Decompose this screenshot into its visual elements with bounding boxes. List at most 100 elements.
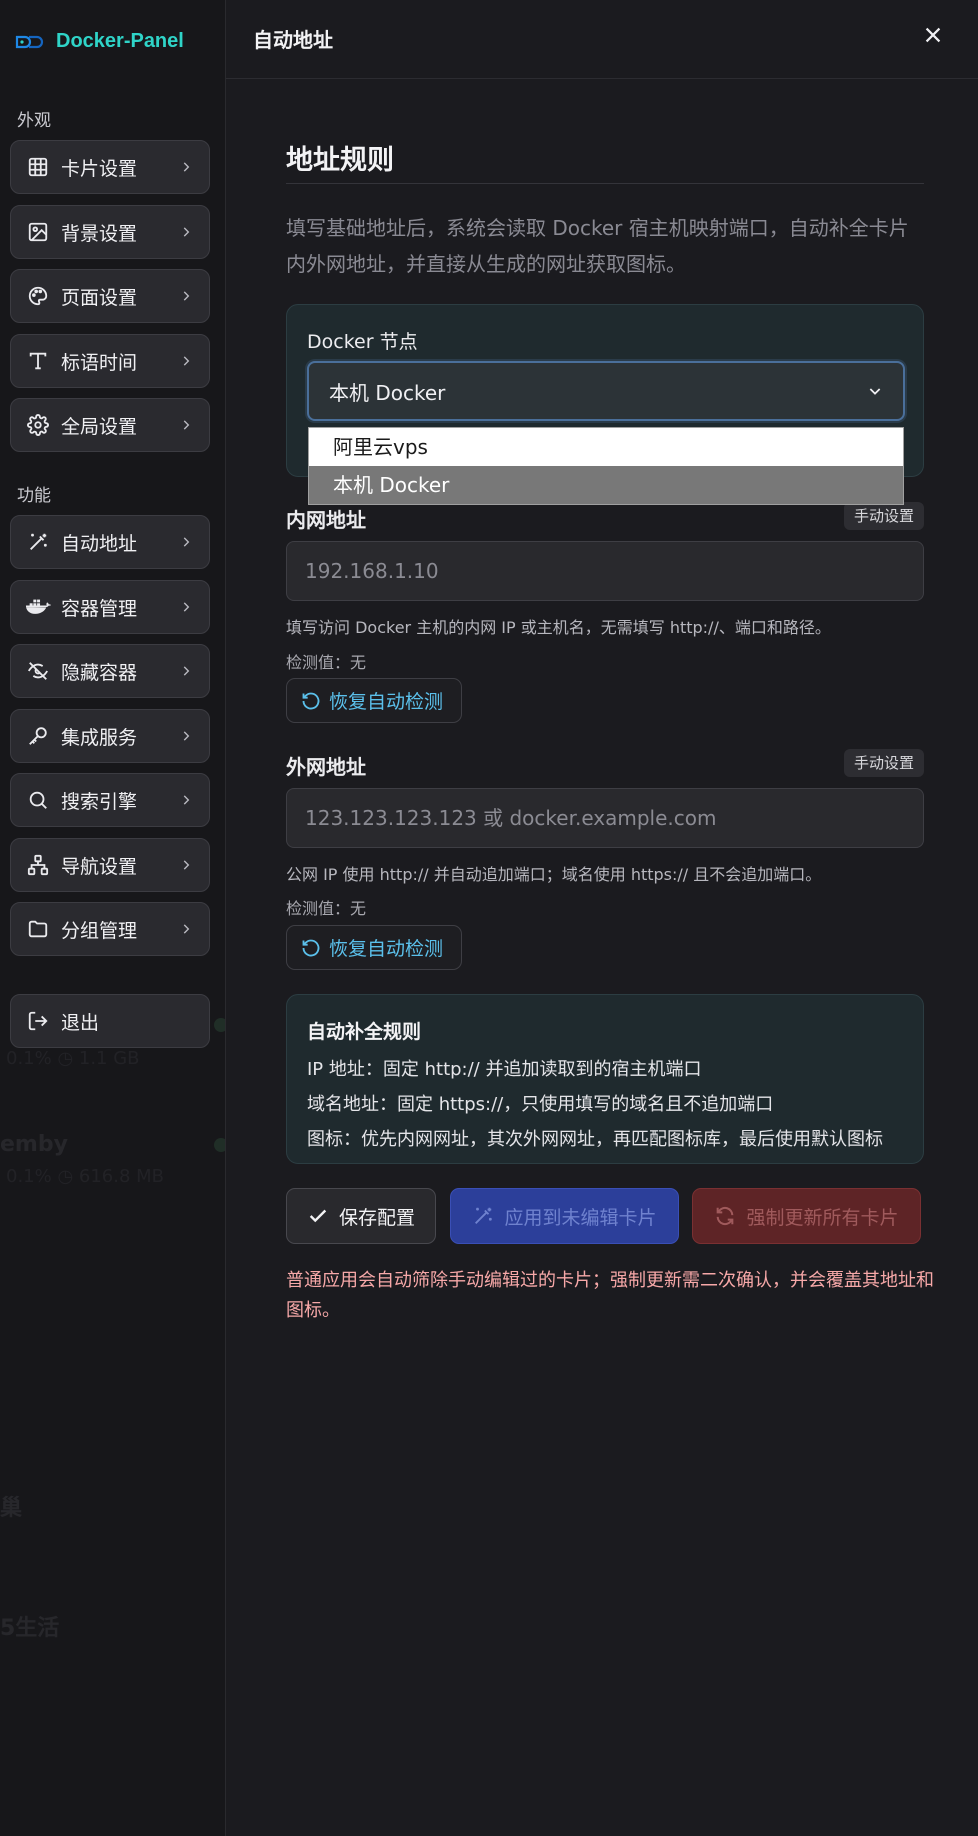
sidebar-item-label: 分组管理 (61, 919, 138, 942)
logout-label: 退出 (61, 1011, 100, 1034)
chevron-right-icon (183, 537, 190, 547)
sidebar-item-integrations[interactable]: 集成服务 (10, 709, 210, 763)
eye-off-icon (25, 658, 51, 684)
sidebar-item-label: 导航设置 (61, 855, 138, 878)
force-label: 强制更新所有卡片 (746, 1206, 899, 1229)
section-description: 填写基础地址后，系统会读取 Docker 宿主机映射端口，自动补全卡片内外网地址… (286, 216, 909, 276)
key-icon (25, 723, 51, 749)
docker-node-dropdown[interactable]: 阿里云vps 本机 Docker (308, 427, 904, 505)
chevron-down-icon (869, 388, 881, 395)
force-update-button[interactable]: 强制更新所有卡片 (692, 1188, 921, 1244)
extranet-hint: 公网 IP 使用 http:// 并自动追加端口；域名使用 https:// 且… (286, 865, 822, 884)
sidebar-item-auto-address[interactable]: 自动地址 (10, 515, 210, 569)
section-label-features: 功能 (17, 486, 51, 506)
rotate-ccw-icon (302, 692, 320, 709)
sidebar: Docker-Panel 外观 卡片设置 背景设置 页面设置 标语时间 全局设置… (0, 0, 226, 1836)
sidebar-item-label: 隐藏容器 (61, 661, 138, 684)
panel-title: 自动地址 (253, 28, 333, 52)
intranet-label: 内网地址 (286, 508, 366, 532)
restore-label: 恢复自动检测 (329, 938, 444, 960)
sidebar-item-label: 集成服务 (61, 726, 138, 749)
auto-address-panel: 自动地址 地址规则 填写基础地址后，系统会读取 Docker 宿主机映射端口，自… (226, 0, 978, 1836)
chevron-right-icon (183, 420, 190, 430)
chevron-right-icon (183, 860, 190, 870)
sidebar-item-container-management[interactable]: 容器管理 (10, 580, 210, 634)
image-icon (25, 219, 51, 245)
chevron-right-icon (183, 924, 190, 934)
section-title: 地址规则 (286, 145, 394, 176)
apply-label: 应用到未编辑卡片 (504, 1206, 657, 1229)
gear-icon (25, 412, 51, 438)
intranet-detected-value: 检测值：无 (286, 653, 367, 672)
sidebar-item-slogan-time[interactable]: 标语时间 (10, 334, 210, 388)
intranet-restore-button[interactable]: 恢复自动检测 (286, 678, 462, 723)
save-label: 保存配置 (338, 1206, 415, 1229)
chevron-right-icon (183, 162, 190, 172)
chevron-right-icon (183, 731, 190, 741)
chevron-right-icon (183, 291, 190, 301)
sitemap-icon (25, 852, 51, 878)
logout-button[interactable]: 退出 (10, 994, 210, 1048)
dropdown-option-local-docker[interactable]: 本机 Docker (309, 466, 903, 504)
sidebar-item-page-settings[interactable]: 页面设置 (10, 269, 210, 323)
refresh-icon (717, 1206, 734, 1226)
apply-unedited-button[interactable]: 应用到未编辑卡片 (450, 1188, 679, 1244)
sidebar-item-global-settings[interactable]: 全局设置 (10, 398, 210, 452)
chevron-right-icon (183, 227, 190, 237)
sidebar-item-label: 标语时间 (61, 351, 138, 374)
grid-icon (25, 154, 51, 180)
logout-icon (25, 1008, 51, 1034)
restore-label: 恢复自动检测 (329, 691, 444, 713)
section-label-appearance: 外观 (17, 111, 51, 131)
sidebar-item-label: 背景设置 (61, 222, 138, 245)
intranet-input[interactable] (286, 541, 924, 601)
extranet-detected-value: 检测值：无 (286, 899, 367, 918)
sidebar-item-label: 自动地址 (61, 532, 138, 555)
rule-ip: IP 地址：固定 http:// 并追加读取到的宿主机端口 (307, 1059, 702, 1080)
save-config-button[interactable]: 保存配置 (286, 1188, 436, 1244)
rule-domain: 域名地址：固定 https://，只使用填写的域名且不追加端口 (307, 1094, 774, 1115)
rules-title: 自动补全规则 (307, 1021, 422, 1043)
docker-node-select[interactable]: 本机 Docker (307, 361, 905, 421)
panel-header: 自动地址 (226, 0, 978, 79)
divider (286, 183, 924, 184)
extranet-label: 外网地址 (286, 755, 366, 779)
sidebar-item-label: 页面设置 (61, 286, 138, 309)
sidebar-item-label: 卡片设置 (61, 157, 138, 180)
extranet-input[interactable] (286, 788, 924, 848)
sidebar-item-navigation-settings[interactable]: 导航设置 (10, 838, 210, 892)
chevron-right-icon (183, 356, 190, 366)
sidebar-item-card-settings[interactable]: 卡片设置 (10, 140, 210, 194)
folder-icon (25, 916, 51, 942)
sidebar-item-group-management[interactable]: 分组管理 (10, 902, 210, 956)
sidebar-item-search-engine[interactable]: 搜索引擎 (10, 773, 210, 827)
chevron-right-icon (183, 666, 190, 676)
extranet-manual-badge[interactable]: 手动设置 (843, 749, 924, 777)
sidebar-item-label: 容器管理 (61, 597, 138, 620)
warning-text: 普通应用会自动筛除手动编辑过的卡片；强制更新需二次确认，并会覆盖其地址和图标。 (286, 1270, 934, 1321)
close-icon[interactable] (922, 24, 944, 46)
rule-icon: 图标：优先内网网址，其次外网网址，再匹配图标库，最后使用默认图标 (307, 1129, 883, 1150)
sidebar-item-label: 搜索引擎 (61, 790, 138, 813)
wand-icon (25, 529, 51, 555)
wand-icon (475, 1207, 493, 1224)
auto-complete-rules-card: 自动补全规则 IP 地址：固定 http:// 并追加读取到的宿主机端口 域名地… (286, 994, 924, 1164)
sidebar-item-background-settings[interactable]: 背景设置 (10, 205, 210, 259)
type-icon (25, 348, 51, 374)
sidebar-item-label: 全局设置 (61, 415, 138, 438)
chevron-right-icon (183, 602, 190, 612)
brand[interactable]: Docker-Panel (14, 30, 184, 53)
docker-panel-logo-icon (15, 35, 44, 48)
brand-name: Docker-Panel (56, 30, 184, 52)
docker-node-selected-value: 本机 Docker (329, 380, 446, 405)
search-icon (25, 787, 51, 813)
intranet-manual-badge[interactable]: 手动设置 (843, 502, 924, 530)
intranet-hint: 填写访问 Docker 主机的内网 IP 或主机名，无需填写 http://、端… (286, 618, 831, 637)
extranet-restore-button[interactable]: 恢复自动检测 (286, 925, 462, 970)
check-icon (309, 1209, 327, 1223)
docker-node-label: Docker 节点 (307, 331, 418, 353)
chevron-right-icon (183, 795, 190, 805)
dropdown-option-aliyun[interactable]: 阿里云vps (309, 428, 903, 466)
rotate-ccw-icon (302, 939, 320, 956)
sidebar-item-hidden-containers[interactable]: 隐藏容器 (10, 644, 210, 698)
